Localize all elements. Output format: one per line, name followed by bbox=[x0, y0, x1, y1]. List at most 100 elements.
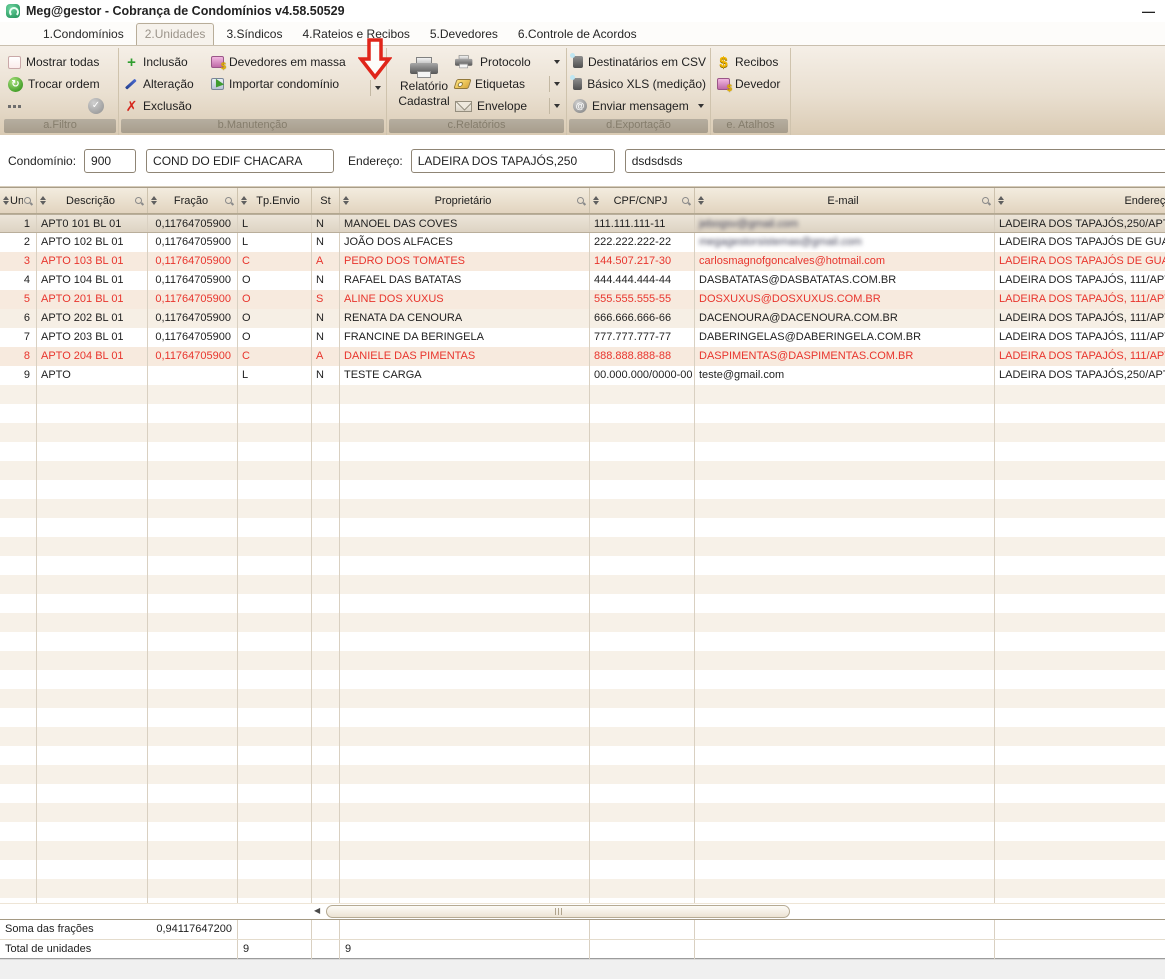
sort-icon[interactable] bbox=[3, 196, 9, 205]
table-row-unidade-8[interactable]: 8APTO 204 BL 010,11764705900CADANIELE DA… bbox=[0, 347, 1165, 366]
column-header-fracao[interactable]: Fração bbox=[148, 188, 238, 213]
table-row-unidade-2[interactable]: 2APTO 102 BL 010,11764705900LNJOÃO DOS A… bbox=[0, 233, 1165, 252]
column-header-proprietario[interactable]: Proprietário bbox=[340, 188, 590, 213]
sort-icon[interactable] bbox=[698, 196, 704, 205]
tab-rateios-e-recibos[interactable]: 4.Rateios e Recibos bbox=[294, 24, 417, 45]
enviar-mensagem-dropdown[interactable] bbox=[698, 104, 706, 108]
etiquetas-dropdown[interactable] bbox=[549, 76, 562, 92]
tab-sindicos[interactable]: 3.Síndicos bbox=[218, 24, 290, 45]
cell-fracao: 0,11764705900 bbox=[148, 233, 238, 252]
printer-icon bbox=[410, 57, 438, 79]
cell-email: megagestorsistemas@gmail.com bbox=[695, 233, 995, 252]
sort-icon[interactable] bbox=[593, 196, 599, 205]
exclusao-button[interactable]: ✗ Exclusão bbox=[125, 95, 211, 117]
table-row-unidade-6[interactable]: 6APTO 202 BL 010,11764705900ONRENATA DA … bbox=[0, 309, 1165, 328]
alteracao-button[interactable]: Alteração bbox=[125, 73, 211, 95]
cell-fracao: 0,11764705900 bbox=[148, 252, 238, 271]
sort-icon[interactable] bbox=[343, 196, 349, 205]
search-icon[interactable] bbox=[576, 196, 586, 206]
search-icon[interactable] bbox=[681, 196, 691, 206]
dollar-icon: $ bbox=[727, 83, 732, 93]
window-title: Meg@gestor - Cobrança de Condomínios v4.… bbox=[26, 4, 345, 18]
trocar-ordem-button[interactable]: ↻ Trocar ordem bbox=[8, 73, 114, 95]
cell-proprietario: TESTE CARGA bbox=[340, 366, 590, 385]
column-header-descricao[interactable]: Descrição bbox=[37, 188, 148, 213]
tab-condominios[interactable]: 1.Condomínios bbox=[35, 24, 132, 45]
importar-condominio-button[interactable]: Importar condomínio bbox=[211, 73, 346, 95]
table-row-unidade-4[interactable]: 4APTO 104 BL 010,11764705900ONRAFAEL DAS… bbox=[0, 271, 1165, 290]
scrollbar-thumb[interactable] bbox=[326, 905, 790, 918]
cell-tp_envio: O bbox=[238, 328, 312, 347]
cell-tp_envio: C bbox=[238, 347, 312, 366]
column-header-endereco[interactable]: Endereço bbox=[995, 188, 1165, 213]
devedores-em-massa-button[interactable]: $ Devedores em massa bbox=[211, 51, 346, 73]
sort-icon[interactable] bbox=[241, 196, 247, 205]
ribbon: Mostrar todas ↻ Trocar ordem ✓ a.Filtro bbox=[0, 46, 1165, 135]
enviar-mensagem-button[interactable]: @ Enviar mensagem bbox=[573, 95, 706, 117]
importar-condominio-dropdown[interactable] bbox=[368, 78, 383, 98]
cell-cpf_cnpj: 666.666.666-66 bbox=[590, 309, 695, 328]
table-row-unidade-5[interactable]: 5APTO 201 BL 010,11764705900OSALINE DOS … bbox=[0, 290, 1165, 309]
sort-icon[interactable] bbox=[40, 196, 46, 205]
cell-endereco: LADEIRA DOS TAPAJÓS DE GUAPIMI bbox=[995, 233, 1165, 252]
condominio-nome-input[interactable] bbox=[146, 149, 334, 173]
sort-icon[interactable] bbox=[998, 196, 1004, 205]
column-header-cpf_cnpj[interactable]: CPF/CNPJ bbox=[590, 188, 695, 213]
search-icon[interactable] bbox=[23, 196, 33, 206]
cell-proprietario: RENATA DA CENOURA bbox=[340, 309, 590, 328]
inclusao-label: Inclusão bbox=[143, 55, 188, 69]
endereco-extra-input[interactable] bbox=[625, 149, 1165, 173]
cell-cpf_cnpj: 111.111.111-11 bbox=[590, 215, 695, 232]
search-icon[interactable] bbox=[224, 196, 234, 206]
tab-devedores[interactable]: 5.Devedores bbox=[422, 24, 506, 45]
cell-st: N bbox=[312, 366, 340, 385]
table-row-unidade-1[interactable]: 1APT0 101 BL 010,11764705900LNMANOEL DAS… bbox=[0, 214, 1165, 233]
endereco-input[interactable] bbox=[411, 149, 615, 173]
basico-xls-label: Básico XLS (medição) bbox=[587, 77, 706, 91]
cell-tp_envio: C bbox=[238, 252, 312, 271]
relatorio-cadastral-button[interactable]: Relatório Cadastral bbox=[393, 51, 455, 119]
devedor-button[interactable]: $ Devedor bbox=[717, 73, 786, 95]
table-row-unidade-7[interactable]: 7APTO 203 BL 010,11764705900ONFRANCINE D… bbox=[0, 328, 1165, 347]
destinatarios-csv-button[interactable]: Destinatários em CSV bbox=[573, 51, 706, 73]
scroll-left-arrow[interactable]: ◀ bbox=[314, 906, 320, 915]
inclusao-button[interactable]: + Inclusão bbox=[125, 51, 211, 73]
cell-st: N bbox=[312, 328, 340, 347]
envelope-button[interactable]: Envelope bbox=[455, 95, 562, 117]
recibos-button[interactable]: $ Recibos bbox=[717, 51, 786, 73]
condominio-codigo-input[interactable] bbox=[84, 149, 136, 173]
red-annotation-arrow bbox=[358, 38, 392, 80]
protocolo-dropdown[interactable] bbox=[554, 60, 562, 64]
checkbox-icon[interactable] bbox=[8, 56, 21, 69]
at-sign-icon: @ bbox=[573, 99, 587, 113]
condominio-label: Condomínio: bbox=[8, 154, 76, 168]
search-icon[interactable] bbox=[134, 196, 144, 206]
etiquetas-label: Etiquetas bbox=[475, 77, 525, 91]
cell-tp_envio: L bbox=[238, 366, 312, 385]
grid-line bbox=[237, 385, 238, 903]
protocolo-button[interactable]: Protocolo bbox=[455, 51, 562, 73]
basico-xls-button[interactable]: Básico XLS (medição) bbox=[573, 73, 706, 95]
sort-icon[interactable] bbox=[151, 196, 157, 205]
tab-unidades[interactable]: 2.Unidades bbox=[136, 23, 215, 45]
table-row-unidade-3[interactable]: 3APTO 103 BL 010,11764705900CAPEDRO DOS … bbox=[0, 252, 1165, 271]
export-machine-icon bbox=[573, 78, 582, 90]
etiquetas-button[interactable]: Etiquetas bbox=[455, 73, 562, 95]
minimize-button[interactable]: — bbox=[1138, 4, 1159, 19]
column-header-email[interactable]: E-mail bbox=[695, 188, 995, 213]
apply-filter-check-button[interactable]: ✓ bbox=[88, 98, 104, 114]
column-header-st[interactable]: St bbox=[312, 188, 340, 213]
column-header-unid[interactable]: Unid bbox=[0, 188, 37, 213]
envelope-dropdown[interactable] bbox=[549, 98, 562, 114]
horizontal-scrollbar[interactable]: ◀ bbox=[0, 903, 1165, 919]
ribbon-group-label-exportacao: d.Exportação bbox=[569, 119, 708, 133]
mostrar-todas-checkbox[interactable]: Mostrar todas bbox=[8, 51, 114, 73]
chevron-down-icon bbox=[698, 104, 704, 108]
column-header-tp_envio[interactable]: Tp.Envio bbox=[238, 188, 312, 213]
title-bar: Meg@gestor - Cobrança de Condomínios v4.… bbox=[0, 0, 1165, 22]
table-row-unidade-9[interactable]: 9APTOLNTESTE CARGA00.000.000/0000-00test… bbox=[0, 366, 1165, 385]
search-icon[interactable] bbox=[981, 196, 991, 206]
cell-proprietario: PEDRO DOS TOMATES bbox=[340, 252, 590, 271]
pen-icon bbox=[125, 78, 138, 91]
tab-controle-de-acordos[interactable]: 6.Controle de Acordos bbox=[510, 24, 645, 45]
